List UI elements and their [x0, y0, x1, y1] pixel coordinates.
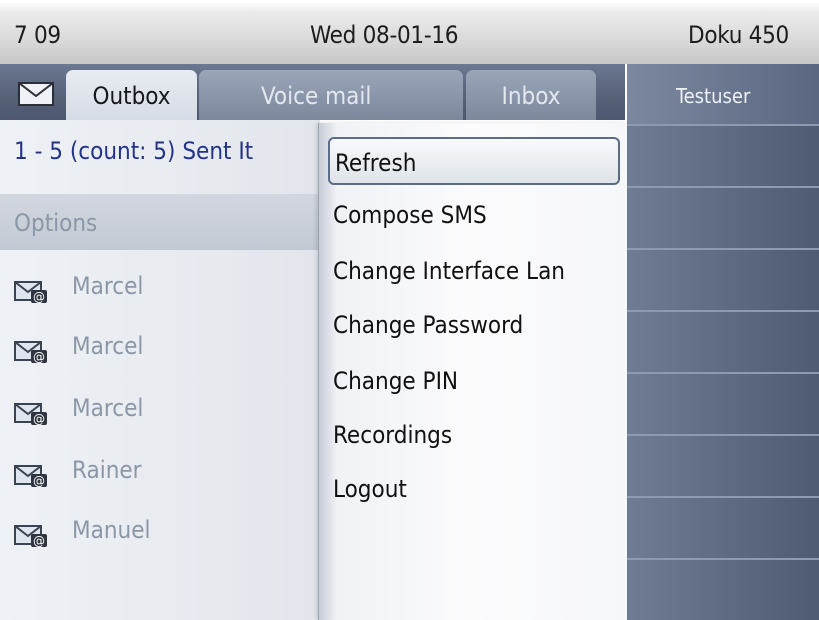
- email-message-icon: @: [14, 465, 47, 488]
- list-item[interactable]: @ Rainer: [0, 444, 320, 504]
- email-message-icon: @: [14, 403, 47, 426]
- menu-item-recordings[interactable]: Recordings: [333, 421, 623, 449]
- svg-text:@: @: [33, 474, 45, 488]
- divider: [627, 434, 819, 436]
- svg-text:@: @: [33, 350, 45, 364]
- divider: [627, 186, 819, 188]
- device-name: Doku 450: [688, 21, 789, 49]
- email-message-icon: @: [14, 525, 47, 548]
- options-button[interactable]: Options: [0, 194, 320, 250]
- menu-item-change-pin[interactable]: Change PIN: [333, 367, 623, 395]
- tab-inbox[interactable]: Inbox: [466, 70, 596, 120]
- message-sender: Rainer: [72, 456, 142, 484]
- message-sender: Marcel: [72, 332, 144, 360]
- user-name: Testuser: [676, 84, 751, 108]
- svg-text:@: @: [33, 290, 45, 304]
- tab-voice-mail[interactable]: Voice mail: [199, 70, 463, 120]
- message-sender: Manuel: [72, 516, 151, 544]
- divider: [627, 496, 819, 498]
- menu-item-logout[interactable]: Logout: [333, 475, 623, 503]
- divider: [627, 248, 819, 250]
- list-item[interactable]: @ Marcel: [0, 382, 320, 442]
- email-message-icon: @: [14, 341, 47, 364]
- message-sender: Marcel: [72, 272, 144, 300]
- options-menu: Refresh Compose SMS Change Interface Lan…: [318, 123, 627, 620]
- svg-text:@: @: [33, 534, 45, 548]
- menu-item-change-interface-language[interactable]: Change Interface Lan: [333, 257, 623, 285]
- list-count-info: 1 - 5 (count: 5) Sent It: [14, 137, 254, 165]
- divider: [627, 124, 819, 126]
- menu-item-refresh[interactable]: Refresh: [328, 137, 620, 185]
- divider: [627, 310, 819, 312]
- list-item[interactable]: @ Marcel: [0, 260, 320, 320]
- divider: [627, 372, 819, 374]
- message-sender: Marcel: [72, 394, 144, 422]
- menu-item-change-password[interactable]: Change Password: [333, 311, 623, 339]
- status-date: Wed 08-01-16: [310, 21, 459, 49]
- right-pane: [627, 64, 819, 620]
- divider: [627, 558, 819, 560]
- tab-outbox[interactable]: Outbox: [66, 70, 197, 120]
- status-bar: 7 09 Wed 08-01-16 Doku 450: [0, 0, 819, 64]
- svg-text:@: @: [33, 412, 45, 426]
- envelope-icon[interactable]: [18, 82, 54, 106]
- menu-item-compose-sms[interactable]: Compose SMS: [333, 201, 623, 229]
- list-item[interactable]: @ Marcel: [0, 320, 320, 380]
- email-message-icon: @: [14, 281, 47, 304]
- list-item[interactable]: @ Manuel: [0, 504, 320, 564]
- clock-time: 7 09: [14, 21, 61, 49]
